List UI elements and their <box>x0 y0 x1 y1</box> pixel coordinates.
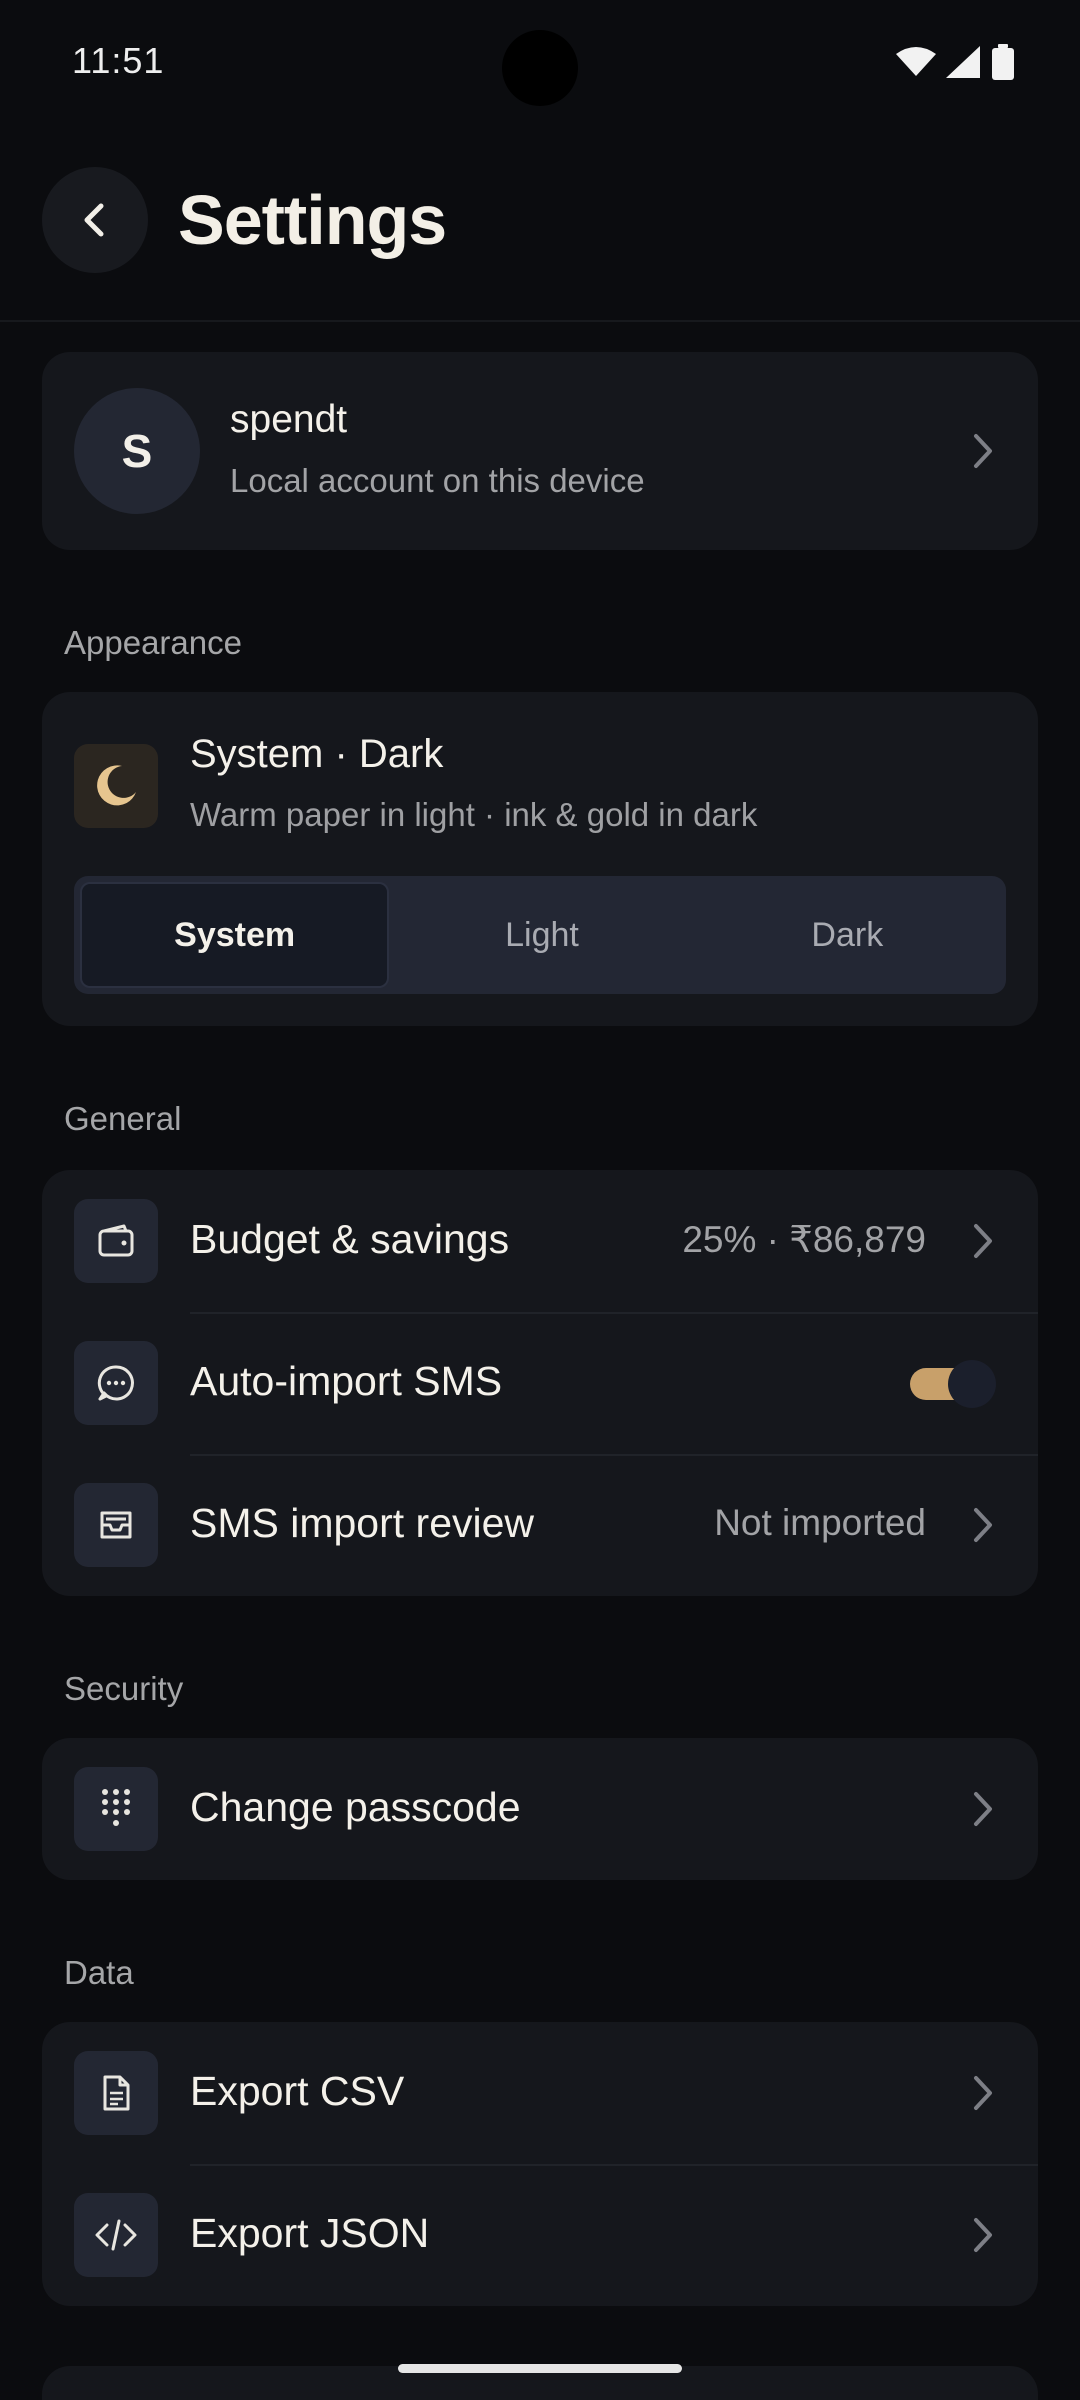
avatar: S <box>74 388 200 514</box>
chat-icon-box <box>74 1341 158 1425</box>
row-sms-import-review[interactable]: SMS import review Not imported <box>42 1454 1038 1596</box>
page-title: Settings <box>178 181 447 259</box>
theme-segmented-control: System Light Dark <box>74 876 1006 994</box>
keypad-icon-box <box>74 1767 158 1851</box>
row-label: Auto-import SMS <box>190 1358 503 1404</box>
row-export-csv[interactable]: Export CSV <box>42 2022 1038 2164</box>
general-card: Budget & savings 25% · ₹86,879 Auto-impo… <box>42 1170 1038 1596</box>
chevron-right-icon <box>974 1224 992 1258</box>
toggle-thumb <box>948 1360 996 1408</box>
profile-subtitle: Local account on this device <box>230 462 645 499</box>
battery-icon <box>992 44 1014 80</box>
section-label-data: Data <box>64 1954 134 1991</box>
back-button[interactable] <box>42 167 148 273</box>
status-bar: 11:51 <box>0 0 1080 132</box>
row-label: Export CSV <box>190 2068 405 2114</box>
document-icon <box>103 2075 130 2111</box>
file-icon-box <box>74 2051 158 2135</box>
row-label: Budget & savings <box>190 1216 510 1262</box>
app-header: Settings <box>0 150 1080 322</box>
theme-option-dark[interactable]: Dark <box>695 882 1000 988</box>
theme-icon-box <box>74 744 158 828</box>
status-time: 11:51 <box>72 40 165 81</box>
signal-icon <box>946 46 980 78</box>
row-export-json[interactable]: Export JSON <box>42 2164 1038 2306</box>
moon-icon <box>97 765 136 806</box>
status-icons <box>896 44 1014 80</box>
chevron-right-icon <box>974 1792 992 1826</box>
data-card: Export CSV Export JSON <box>42 2022 1038 2306</box>
theme-title: System · Dark <box>190 732 444 776</box>
keypad-icon <box>102 1789 130 1826</box>
inbox-icon <box>100 1511 132 1539</box>
row-value: Not imported <box>714 1502 926 1543</box>
chevron-right-icon <box>974 2218 992 2252</box>
theme-option-system[interactable]: System <box>80 882 390 988</box>
row-change-passcode[interactable]: Change passcode <box>42 1738 1038 1880</box>
chat-bubble-icon <box>97 1365 134 1401</box>
row-label: Export JSON <box>190 2210 430 2256</box>
wallet-icon-box <box>74 1199 158 1283</box>
wifi-icon <box>896 47 936 76</box>
section-label-security: Security <box>64 1670 184 1707</box>
chevron-right-icon <box>974 2076 992 2110</box>
section-label-general: General <box>64 1100 182 1137</box>
theme-option-light[interactable]: Light <box>389 882 694 988</box>
theme-subtitle: Warm paper in light · ink & gold in dark <box>190 796 758 833</box>
chevron-right-icon <box>974 434 992 468</box>
chevron-left-icon <box>84 203 104 237</box>
code-icon <box>95 2219 137 2251</box>
wallet-icon <box>98 1224 134 1257</box>
auto-import-toggle[interactable] <box>910 1360 996 1408</box>
row-label: SMS import review <box>190 1500 535 1546</box>
row-auto-import-sms[interactable]: Auto-import SMS <box>42 1312 1038 1454</box>
security-card: Change passcode <box>42 1738 1038 1880</box>
profile-card[interactable]: S spendt Local account on this device <box>42 352 1038 550</box>
chevron-right-icon <box>974 1508 992 1542</box>
code-icon-box <box>74 2193 158 2277</box>
camera-cutout <box>502 30 578 106</box>
row-value: 25% · ₹86,879 <box>682 1219 926 1260</box>
home-indicator[interactable] <box>398 2364 682 2373</box>
section-label-appearance: Appearance <box>64 624 242 661</box>
row-budget-savings[interactable]: Budget & savings 25% · ₹86,879 <box>42 1170 1038 1312</box>
row-label: Change passcode <box>190 1784 521 1830</box>
appearance-card: System · Dark Warm paper in light · ink … <box>42 692 1038 1026</box>
profile-name: spendt <box>230 398 348 441</box>
inbox-icon-box <box>74 1483 158 1567</box>
